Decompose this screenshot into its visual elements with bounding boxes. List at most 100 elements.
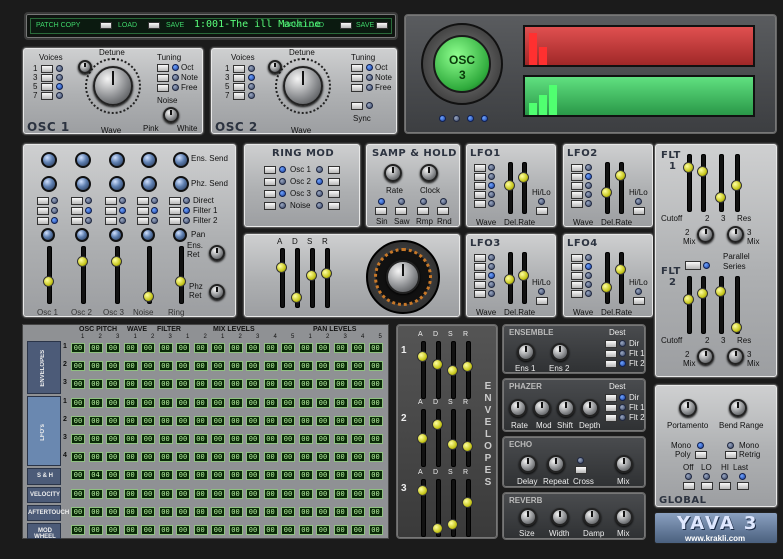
reverb-width-knob[interactable] (551, 508, 569, 526)
matrix-cell[interactable]: 00 (368, 415, 383, 426)
matrix-cell[interactable]: 00 (88, 452, 103, 463)
matrix-cell[interactable]: 00 (316, 434, 330, 444)
matrix-cell[interactable]: 00 (141, 379, 155, 390)
ringmod-right-4[interactable] (328, 202, 340, 210)
matrix-cell[interactable]: 00 (281, 488, 295, 499)
env3-R-handle[interactable] (462, 497, 473, 508)
mixer-route-1-3[interactable] (37, 217, 49, 225)
sh-rate-knob[interactable] (384, 164, 402, 182)
matrix-cell[interactable]: 00 (141, 434, 155, 444)
matrix-cell[interactable]: 00 (333, 379, 348, 390)
lfo3-wave-5[interactable] (474, 290, 486, 298)
lfo4-wave-5[interactable] (571, 290, 583, 298)
matrix-cell[interactable]: 00 (368, 361, 383, 372)
matrix-cell[interactable]: 00 (71, 488, 85, 499)
pan-knob-2[interactable] (75, 228, 89, 242)
lfo1-wave-4[interactable] (474, 191, 486, 199)
matrix-cell[interactable]: 00 (211, 434, 225, 444)
lfo1-wave-3[interactable] (474, 182, 486, 190)
matrix-cell[interactable]: 00 (298, 525, 313, 535)
phz-depth-knob[interactable] (581, 399, 599, 417)
lfo3-rate-handle[interactable] (518, 270, 529, 281)
matrix-cell[interactable]: 00 (193, 361, 208, 372)
pan-knob-3[interactable] (109, 228, 123, 242)
matrix-cell[interactable]: 00 (228, 452, 243, 463)
matrix-cell[interactable]: 00 (211, 506, 225, 517)
matrix-cell[interactable]: 00 (333, 361, 348, 372)
phz-send-knob-4[interactable] (141, 176, 157, 192)
env2-R-handle[interactable] (462, 441, 473, 452)
matrix-cell[interactable]: 00 (106, 525, 120, 535)
phz-send-knob-2[interactable] (75, 176, 91, 192)
matrix-cell[interactable]: 00 (71, 470, 85, 481)
matrix-cell[interactable]: 00 (71, 343, 85, 353)
matrix-cell[interactable]: 00 (141, 470, 155, 481)
matrix-cell[interactable]: 00 (176, 525, 190, 535)
flt2-fader-3-handle[interactable] (715, 286, 726, 297)
osc3-led-3[interactable] (467, 115, 474, 122)
matrix-cell[interactable]: 00 (351, 361, 365, 372)
flt1-mix2-knob[interactable] (697, 226, 714, 243)
mixer-level-5-handle[interactable] (175, 276, 186, 287)
matrix-cell[interactable]: 00 (88, 506, 103, 517)
sh-rmp-button[interactable] (417, 207, 429, 215)
matrix-cell[interactable]: 00 (141, 452, 155, 463)
matrix-cell[interactable]: 00 (333, 434, 348, 444)
bank-load-button[interactable] (340, 22, 352, 29)
matrix-cell[interactable]: 00 (158, 397, 173, 408)
matrix-cell[interactable]: 00 (316, 452, 330, 463)
pan-knob-1[interactable] (41, 228, 55, 242)
matrix-cell[interactable]: 00 (158, 415, 173, 426)
matrix-cell[interactable]: 00 (141, 525, 155, 535)
env1-A-handle[interactable] (417, 351, 428, 362)
env3-S-handle[interactable] (447, 519, 458, 530)
matrix-cell[interactable]: 00 (211, 379, 225, 390)
mixer-level-4-handle[interactable] (143, 291, 154, 302)
lfo3-hilo-button[interactable] (536, 297, 548, 305)
matrix-cell[interactable]: 00 (228, 397, 243, 408)
matrix-cell[interactable]: 00 (193, 343, 208, 353)
mono-poly-button[interactable] (695, 451, 707, 459)
matrix-cell[interactable]: 00 (123, 488, 138, 499)
matrix-cell[interactable]: 00 (193, 397, 208, 408)
mixer-route-3-3[interactable] (105, 217, 117, 225)
reverb-damp-knob[interactable] (583, 508, 601, 526)
matrix-cell[interactable]: 00 (106, 470, 120, 481)
matrix-cell[interactable]: 00 (368, 525, 383, 535)
matrix-cell[interactable]: 00 (351, 434, 365, 444)
matrix-cell[interactable]: 00 (141, 506, 155, 517)
phz-return-knob[interactable] (209, 284, 225, 300)
ens-dest-flt2[interactable] (605, 360, 617, 368)
bend-range-knob[interactable] (729, 399, 747, 417)
matrix-cell[interactable]: 00 (351, 343, 365, 353)
matrix-cell[interactable]: 04 (88, 470, 103, 481)
reverb-size-knob[interactable] (519, 508, 537, 526)
mixer-route-2-2[interactable] (71, 207, 83, 215)
lfo4-wave-3[interactable] (571, 272, 583, 280)
matrix-cell[interactable]: 00 (141, 415, 155, 426)
osc2-tuning-oct[interactable] (351, 64, 363, 72)
ringmod-left-4[interactable] (264, 202, 276, 210)
matrix-cell[interactable]: 00 (71, 379, 85, 390)
priority-hi[interactable] (719, 482, 731, 490)
ens-return-knob[interactable] (209, 245, 225, 261)
matrix-cell[interactable]: 00 (246, 525, 260, 535)
mixer-route-1-2[interactable] (37, 207, 49, 215)
matrix-cell[interactable]: 00 (316, 415, 330, 426)
ens2-knob[interactable] (551, 343, 569, 361)
matrix-cell[interactable]: 00 (368, 470, 383, 481)
matrix-cell[interactable]: 00 (263, 488, 278, 499)
ringmod-right-1[interactable] (328, 166, 340, 174)
flt1-fader-2-handle[interactable] (697, 166, 708, 177)
matrix-cell[interactable]: 00 (158, 525, 173, 535)
matrix-cell[interactable]: 00 (158, 452, 173, 463)
osc1-voice-7[interactable] (41, 92, 53, 100)
mixer-route-4-1[interactable] (137, 197, 149, 205)
phz-shift-knob[interactable] (557, 399, 575, 417)
mixer-route-5-1[interactable] (169, 197, 181, 205)
matrix-cell[interactable]: 00 (281, 361, 295, 372)
matrix-cell[interactable]: 00 (228, 379, 243, 390)
matrix-cell[interactable]: 00 (298, 379, 313, 390)
matrix-cell[interactable]: 00 (246, 361, 260, 372)
matrix-cell[interactable]: 00 (176, 415, 190, 426)
